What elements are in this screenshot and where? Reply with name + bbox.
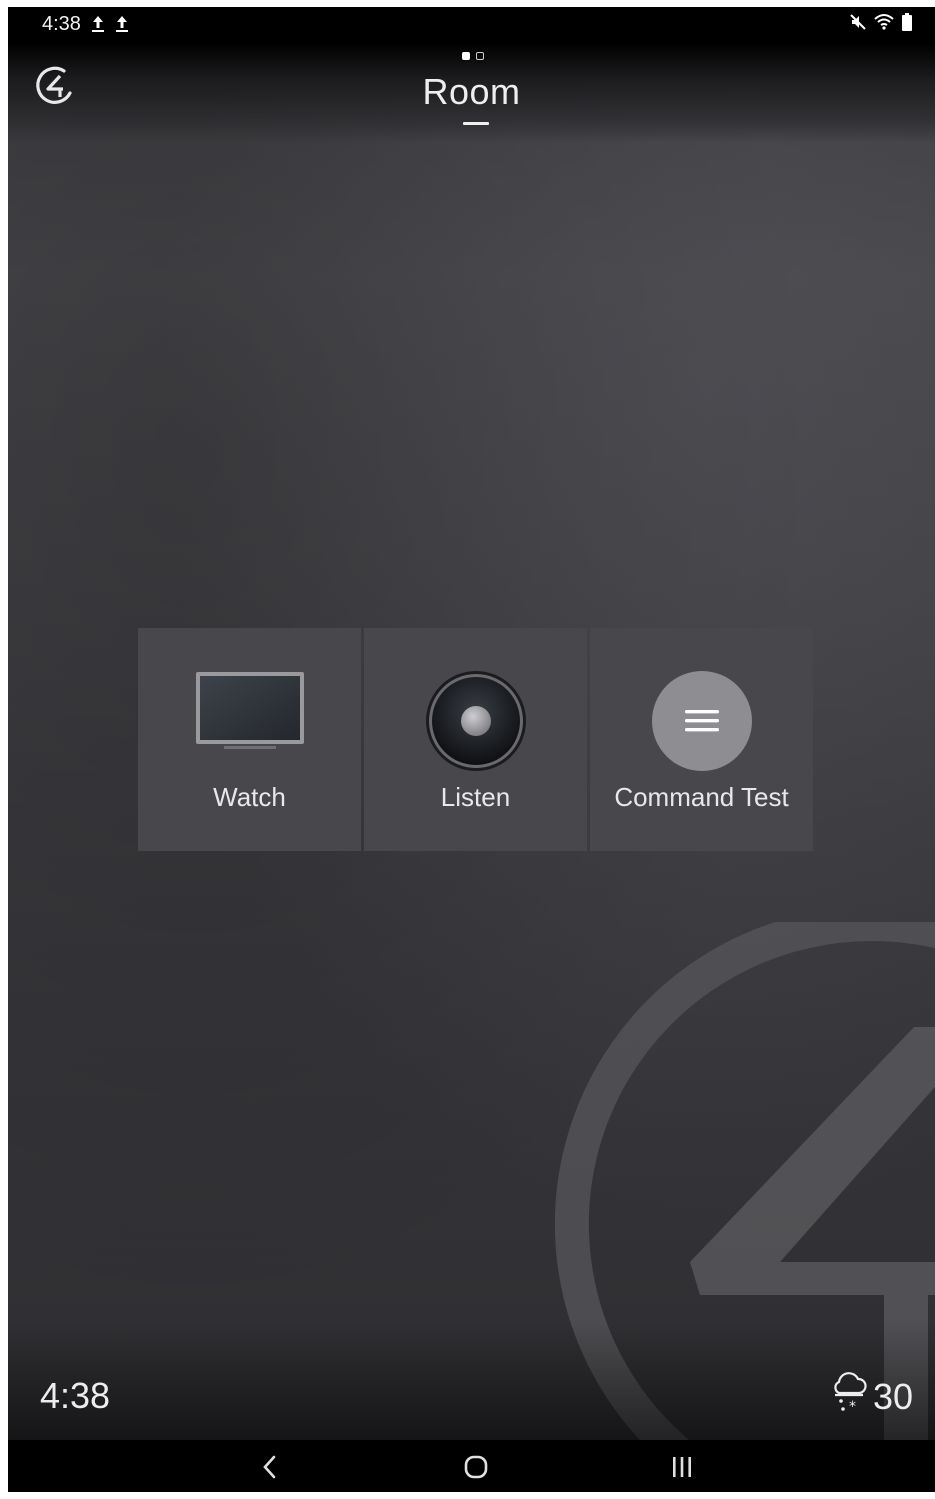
- recents-icon[interactable]: [662, 1450, 702, 1484]
- command-test-tile[interactable]: Command Test: [590, 628, 813, 851]
- bottom-shade: [8, 1320, 935, 1440]
- tile-label: Watch: [213, 782, 286, 812]
- page-dot-active[interactable]: [462, 52, 470, 60]
- footer-clock: 4:38: [40, 1375, 111, 1416]
- snow-cloud-icon: *: [831, 1371, 867, 1422]
- status-time: 4:38: [42, 13, 81, 35]
- speaker-icon: [425, 670, 527, 777]
- experience-tiles: Watch Listen Command Test: [138, 628, 813, 851]
- home-icon[interactable]: [456, 1450, 496, 1484]
- listen-tile[interactable]: Listen: [364, 628, 587, 851]
- mute-icon: [849, 13, 867, 36]
- navigation-bar: [8, 1440, 935, 1492]
- room-title[interactable]: Room: [8, 71, 935, 113]
- back-icon[interactable]: [250, 1450, 290, 1484]
- tile-label: Listen: [440, 782, 511, 812]
- svg-text:*: *: [849, 1399, 856, 1413]
- tablet-screen: 4:38 Room Watch Listen Command Test 4:38…: [8, 7, 935, 1492]
- upload-icon: [114, 14, 130, 34]
- header: Room: [8, 43, 935, 143]
- temperature: 30: [872, 1375, 913, 1417]
- title-underline: [463, 122, 489, 125]
- upload-icon: [90, 14, 106, 34]
- tile-label: Command Test: [614, 782, 789, 812]
- weather-widget[interactable]: * 30: [831, 1371, 913, 1422]
- battery-icon: [901, 13, 913, 36]
- page-dot[interactable]: [476, 52, 484, 60]
- wifi-icon: [873, 13, 895, 36]
- menu-icon: [651, 670, 753, 777]
- watch-tile[interactable]: Watch: [138, 628, 361, 851]
- tv-icon: [194, 670, 306, 761]
- status-bar: 4:38: [8, 7, 935, 43]
- page-indicator[interactable]: [462, 52, 484, 60]
